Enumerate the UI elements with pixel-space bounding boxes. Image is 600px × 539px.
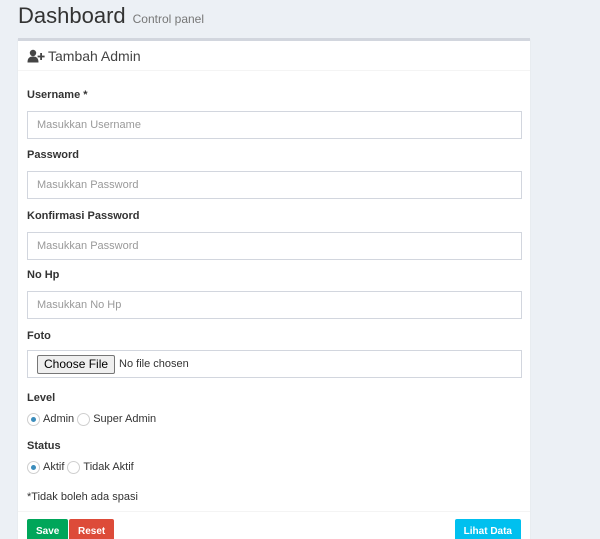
status-tidak-aktif-label[interactable]: Tidak Aktif — [83, 461, 133, 473]
photo-group: Foto Choose File No file chosen — [27, 329, 522, 378]
phone-placeholder: Masukkan No Hp — [37, 299, 122, 311]
photo-label: Foto — [27, 330, 51, 342]
phone-label: No Hp — [27, 269, 60, 281]
confirm-password-input[interactable]: Masukkan Password — [27, 232, 522, 260]
view-data-button[interactable]: Lihat Data — [454, 519, 521, 539]
photo-file-input: Choose File No file chosen — [27, 350, 522, 378]
level-group: Level Admin Super Admin — [27, 391, 522, 427]
username-group: Username * Masukkan Username — [27, 88, 522, 139]
level-admin-label[interactable]: Admin — [43, 413, 74, 425]
box-title: Tambah Admin — [48, 47, 141, 64]
confirm-password-placeholder: Masukkan Password — [37, 240, 139, 252]
reset-button[interactable]: Reset — [69, 519, 115, 539]
password-label: Password — [27, 149, 79, 161]
save-button[interactable]: Save — [27, 519, 69, 539]
box-header: Tambah Admin — [18, 41, 530, 71]
level-super-admin-label[interactable]: Super Admin — [93, 413, 156, 425]
username-label: Username * — [27, 89, 88, 101]
level-options: Admin Super Admin — [27, 411, 522, 427]
status-label: Status — [27, 440, 61, 452]
choose-file-button[interactable]: Choose File — [37, 354, 116, 374]
user-plus-icon — [27, 49, 45, 63]
status-options: Aktif Tidak Aktif — [27, 459, 522, 475]
level-super-admin-radio[interactable] — [77, 412, 91, 426]
username-input[interactable]: Masukkan Username — [27, 111, 522, 139]
confirm-password-group: Konfirmasi Password Masukkan Password — [27, 209, 522, 260]
form-note: *Tidak boleh ada spasi — [27, 491, 138, 503]
status-group: Status Aktif Tidak Aktif — [27, 439, 522, 475]
status-tidak-aktif-radio[interactable] — [67, 460, 81, 474]
phone-input[interactable]: Masukkan No Hp — [27, 291, 522, 319]
page-title: Dashboard — [18, 3, 126, 28]
phone-group: No Hp Masukkan No Hp — [27, 268, 522, 319]
password-placeholder: Masukkan Password — [37, 179, 139, 191]
password-group: Password Masukkan Password — [27, 148, 522, 199]
page-header: Dashboard Control panel — [18, 3, 204, 35]
password-input[interactable]: Masukkan Password — [27, 171, 522, 199]
status-aktif-label[interactable]: Aktif — [43, 461, 64, 473]
username-placeholder: Masukkan Username — [37, 119, 141, 131]
confirm-password-label: Konfirmasi Password — [27, 210, 140, 222]
file-status: No file chosen — [119, 358, 189, 370]
status-aktif-radio[interactable] — [27, 460, 40, 474]
add-admin-box: Tambah Admin Username * Masukkan Usernam… — [18, 38, 530, 539]
level-admin-radio[interactable] — [27, 412, 40, 426]
box-footer: Save Reset Lihat Data — [18, 511, 530, 539]
page-subtitle: Control panel — [132, 12, 205, 26]
level-label: Level — [27, 392, 56, 404]
note-group: *Tidak boleh ada spasi — [27, 487, 522, 505]
